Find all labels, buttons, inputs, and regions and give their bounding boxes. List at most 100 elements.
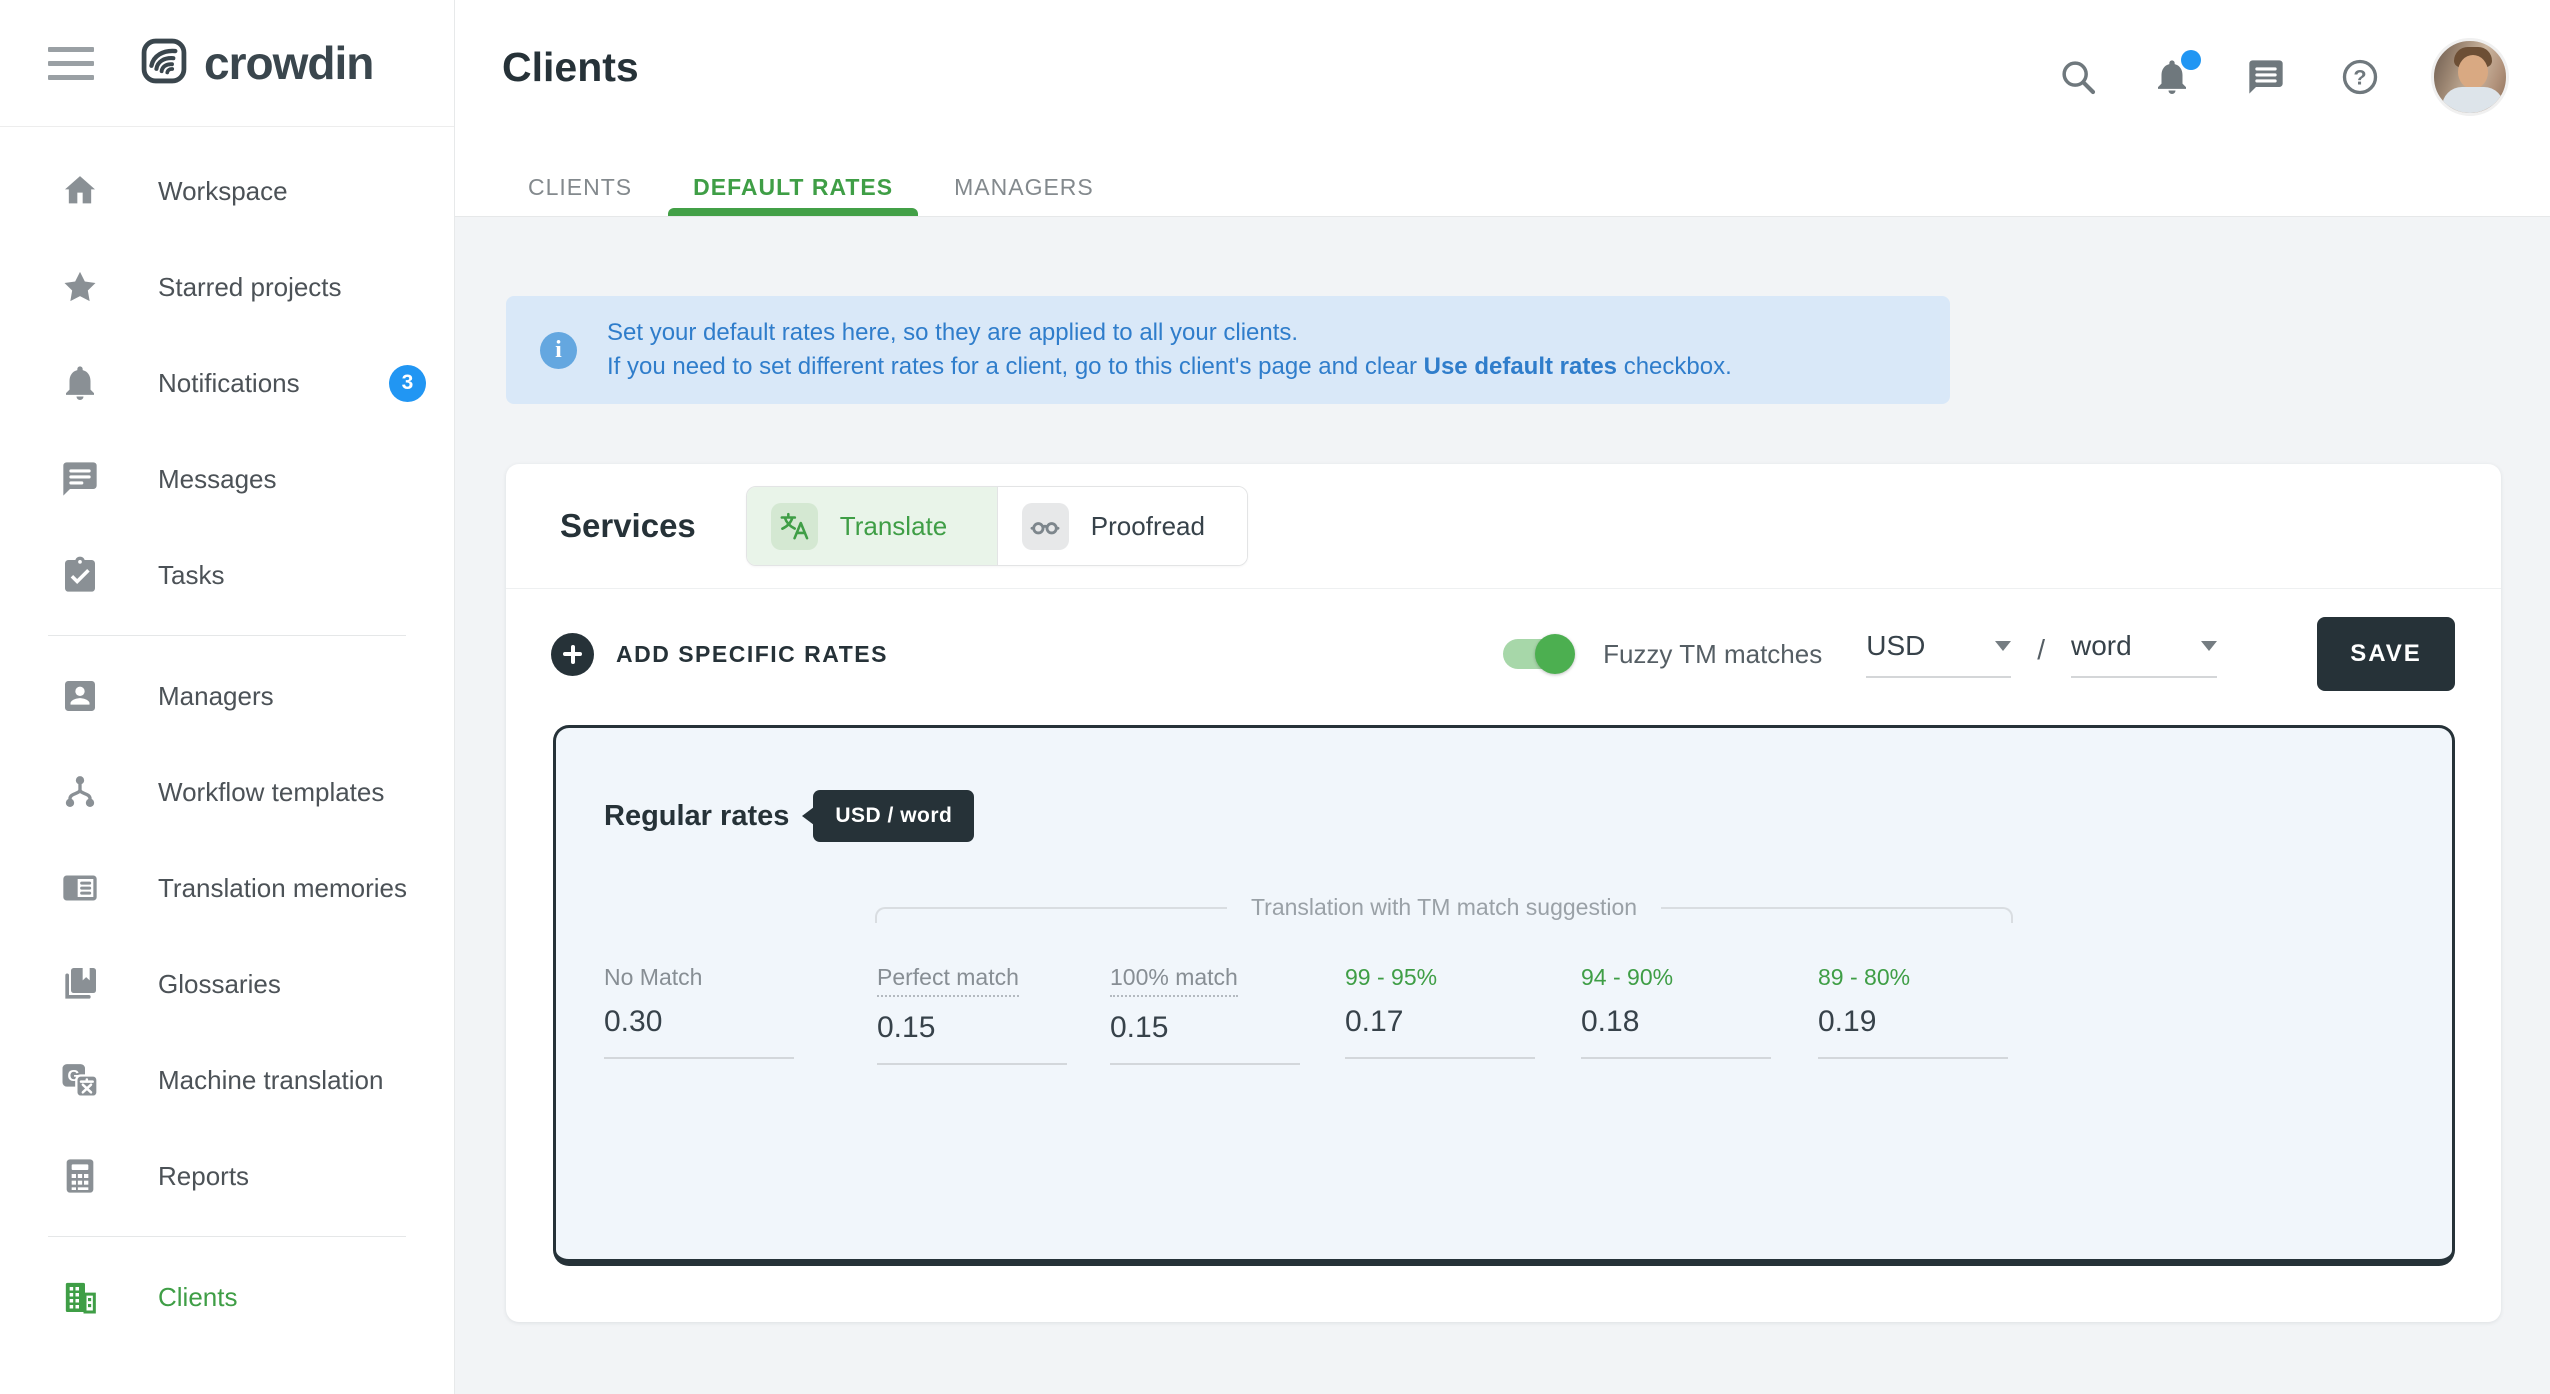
tm-group-caption: Translation with TM match suggestion — [875, 894, 2013, 921]
notifications-bell-icon[interactable] — [2149, 54, 2195, 100]
rate-input-no-match[interactable]: 0.30 — [604, 1005, 819, 1039]
info-icon: i — [540, 332, 577, 369]
rate-input-89-80[interactable]: 0.19 — [1818, 1005, 2033, 1039]
rate-label: 89 - 80% — [1818, 964, 1910, 991]
content-area: i Set your default rates here, so they a… — [455, 217, 2550, 1394]
services-heading: Services — [560, 507, 696, 545]
sidebar-item-machine-translation[interactable]: G Machine translation — [0, 1032, 454, 1128]
search-icon[interactable] — [2055, 54, 2101, 100]
rate-column-94-90: 94 - 90% 0.18 — [1581, 964, 1796, 1059]
notifications-count-badge: 3 — [389, 365, 426, 402]
person-badge-icon — [60, 676, 100, 716]
tab-bar: CLIENTS DEFAULT RATES MANAGERS — [455, 158, 1094, 216]
translate-icon — [771, 503, 818, 550]
header-actions: ? — [2055, 38, 2509, 116]
rate-input-100-match[interactable]: 0.15 — [1110, 1011, 1325, 1045]
info-banner: i Set your default rates here, so they a… — [506, 296, 1950, 404]
sidebar-item-workspace[interactable]: Workspace — [0, 143, 454, 239]
sidebar-item-translation-memories[interactable]: Translation memories — [0, 840, 454, 936]
chevron-down-icon — [2201, 641, 2217, 651]
page-header: Clients ? CLIENTS DEFAULT RATES MANAGERS — [455, 0, 2550, 217]
rate-columns: No Match 0.30 Perfect match 0.15 100% ma… — [556, 964, 2452, 1104]
unread-indicator-dot — [2181, 50, 2201, 70]
info-banner-text: Set your default rates here, so they are… — [607, 316, 1732, 384]
logo-row: crowdin — [0, 0, 454, 127]
page-title: Clients — [502, 44, 639, 91]
user-avatar[interactable] — [2431, 38, 2509, 116]
unit-value: word — [2071, 630, 2132, 662]
workflow-icon — [60, 772, 100, 812]
default-rates-card: Services Translate Proofread — [506, 464, 2501, 1322]
input-underline — [1581, 1057, 1771, 1059]
currency-select[interactable]: USD — [1866, 630, 2011, 678]
sidebar: crowdin Workspace Starred projects Notif… — [0, 0, 455, 1394]
home-icon — [60, 171, 100, 211]
sidebar-divider — [48, 635, 406, 636]
info-line-1: Set your default rates here, so they are… — [607, 316, 1732, 350]
regular-rates-panel: Regular rates USD / word Translation wit… — [553, 725, 2455, 1266]
chat-icon — [60, 459, 100, 499]
rates-options: Fuzzy TM matches USD / word SAVE — [1503, 617, 2455, 691]
plus-icon — [551, 633, 594, 676]
unit-select[interactable]: word — [2071, 630, 2217, 678]
books-icon — [60, 964, 100, 1004]
currency-unit-separator: / — [2037, 634, 2045, 674]
translate-label: Translate — [840, 511, 947, 542]
info-line-2: If you need to set different rates for a… — [607, 350, 1732, 384]
crowdin-logo[interactable]: crowdin — [138, 35, 373, 92]
rate-column-100-match: 100% match 0.15 — [1110, 964, 1325, 1065]
tab-default-rates[interactable]: DEFAULT RATES — [693, 158, 893, 216]
rate-input-99-95[interactable]: 0.17 — [1345, 1005, 1560, 1039]
bell-icon — [60, 363, 100, 403]
sidebar-item-starred-projects[interactable]: Starred projects — [0, 239, 454, 335]
sidebar-item-glossaries[interactable]: Glossaries — [0, 936, 454, 1032]
crowdin-logo-icon — [138, 35, 190, 92]
tab-managers[interactable]: MANAGERS — [954, 158, 1094, 216]
add-specific-rates-label: ADD SPECIFIC RATES — [616, 641, 888, 668]
proofread-service-button[interactable]: Proofread — [997, 487, 1247, 565]
currency-value: USD — [1866, 630, 1925, 662]
service-segmented-control: Translate Proofread — [746, 486, 1248, 566]
rate-column-no-match: No Match 0.30 — [604, 964, 819, 1059]
add-specific-rates-button[interactable]: ADD SPECIFIC RATES — [551, 633, 888, 676]
rate-input-perfect-match[interactable]: 0.15 — [877, 1011, 1092, 1045]
toggle-knob — [1535, 634, 1575, 674]
rate-column-89-80: 89 - 80% 0.19 — [1818, 964, 2033, 1059]
rate-label[interactable]: Perfect match — [877, 964, 1019, 997]
sidebar-item-tasks[interactable]: Tasks — [0, 527, 454, 623]
tab-clients[interactable]: CLIENTS — [528, 158, 632, 216]
sidebar-item-managers[interactable]: Managers — [0, 648, 454, 744]
rate-label: 99 - 95% — [1345, 964, 1437, 991]
sidebar-item-reports[interactable]: Reports — [0, 1128, 454, 1224]
building-icon — [60, 1277, 100, 1317]
sidebar-item-notifications[interactable]: Notifications 3 — [0, 335, 454, 431]
rate-input-94-90[interactable]: 0.18 — [1581, 1005, 1796, 1039]
input-underline — [1345, 1057, 1535, 1059]
fuzzy-tm-toggle[interactable] — [1503, 639, 1569, 669]
input-underline — [604, 1057, 794, 1059]
fuzzy-tm-label: Fuzzy TM matches — [1603, 639, 1822, 670]
help-icon[interactable]: ? — [2337, 54, 2383, 100]
rates-toolbar: ADD SPECIFIC RATES Fuzzy TM matches USD … — [506, 589, 2501, 715]
sidebar-item-messages[interactable]: Messages — [0, 431, 454, 527]
translate-service-button[interactable]: Translate — [747, 487, 997, 565]
svg-text:?: ? — [2353, 65, 2366, 90]
use-default-rates-emphasis: Use default rates — [1424, 353, 1617, 380]
messages-icon[interactable] — [2243, 54, 2289, 100]
sidebar-item-workflow-templates[interactable]: Workflow templates — [0, 744, 454, 840]
hamburger-menu-icon[interactable] — [48, 47, 94, 80]
glasses-icon — [1022, 503, 1069, 550]
rate-label: No Match — [604, 964, 702, 991]
sidebar-nav: Workspace Starred projects Notifications… — [0, 127, 454, 1345]
regular-rates-head: Regular rates USD / word — [556, 728, 2452, 842]
currency-unit-badge: USD / word — [813, 790, 974, 842]
input-underline — [1110, 1063, 1300, 1065]
save-button[interactable]: SAVE — [2317, 617, 2455, 691]
sidebar-divider — [48, 1236, 406, 1237]
chevron-down-icon — [1995, 641, 2011, 651]
rate-column-perfect-match: Perfect match 0.15 — [877, 964, 1092, 1065]
proofread-label: Proofread — [1091, 511, 1205, 542]
rate-label[interactable]: 100% match — [1110, 964, 1238, 997]
services-row: Services Translate Proofread — [506, 464, 2501, 588]
sidebar-item-clients[interactable]: Clients — [0, 1249, 454, 1345]
